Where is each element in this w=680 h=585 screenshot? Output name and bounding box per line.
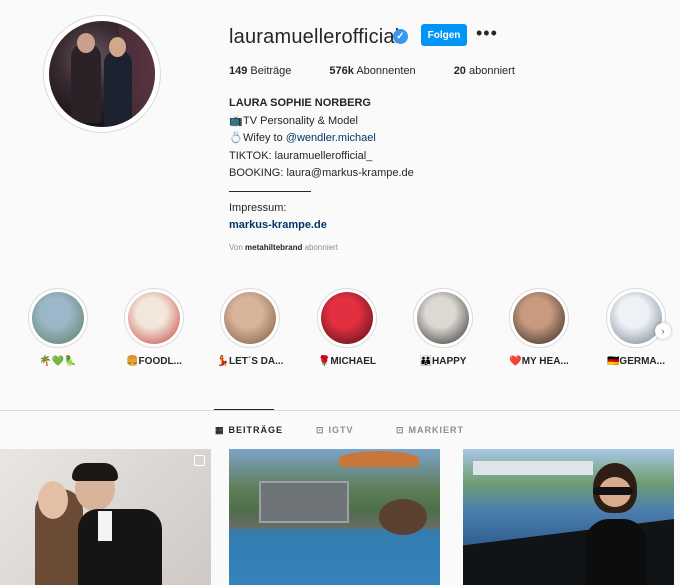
bio-line-tiktok: TIKTOK: lauramuellerofficial_	[229, 149, 373, 162]
tag-icon: ⊡	[396, 425, 405, 435]
tabs-divider	[0, 410, 680, 411]
tab-posts[interactable]: ▦ BEITRÄGE	[215, 425, 283, 436]
grid-icon: ▦	[215, 425, 225, 435]
highlight-cover	[321, 292, 373, 344]
profile-bio: LAURA SOPHIE NORBERG 📺TV Personality & M…	[229, 95, 414, 256]
highlight-item[interactable]: 🍔FOODL...	[114, 288, 194, 367]
profile-username: lauramuellerofficial	[229, 26, 400, 48]
chevron-right-icon[interactable]: ›	[655, 323, 671, 339]
igtv-icon: ⊡	[316, 425, 325, 435]
follow-button[interactable]: Folgen	[421, 24, 467, 46]
highlight-cover	[610, 292, 662, 344]
highlight-cover	[513, 292, 565, 344]
highlight-cover	[417, 292, 469, 344]
followed-by-text: Von metahiltebrand abonniert	[229, 242, 338, 252]
highlight-item[interactable]: ❤️MY HEA...	[499, 288, 579, 367]
posts-stat: 149 Beiträge	[229, 65, 292, 77]
highlight-item[interactable]: 🌴💚🦜	[18, 288, 98, 367]
profile-full-name: LAURA SOPHIE NORBERG	[229, 97, 371, 109]
post-thumbnail[interactable]	[229, 449, 440, 585]
bio-divider	[229, 183, 311, 192]
highlight-item[interactable]: 🌹MICHAEL	[307, 288, 387, 367]
story-highlights: 🌴💚🦜 🍔FOODL... 💃LET´S DA... 🌹MICHAEL 👪HAP…	[0, 288, 680, 378]
highlight-cover	[32, 292, 84, 344]
profile-stats: 149 Beiträge 576k Abonnenten 20 abonnier…	[229, 65, 553, 77]
highlight-item[interactable]: 👪HAPPY	[403, 288, 483, 367]
tv-icon: 📺	[229, 114, 243, 127]
website-link[interactable]: markus-krampe.de	[229, 217, 414, 235]
highlight-cover	[224, 292, 276, 344]
post-thumbnail[interactable]	[0, 449, 211, 585]
active-tab-indicator	[214, 409, 274, 410]
following-stat[interactable]: 20 abonniert	[454, 65, 515, 77]
multiple-posts-icon	[194, 455, 205, 466]
bio-line-impressum: Impressum:	[229, 201, 287, 214]
followers-stat[interactable]: 576k Abonnenten	[329, 65, 415, 77]
profile-avatar[interactable]	[43, 15, 161, 133]
tab-igtv[interactable]: ⊡ IGTV	[316, 425, 354, 436]
highlight-item[interactable]: 💃LET´S DA...	[210, 288, 290, 367]
bio-line-wifey: 💍Wifey to @wendler.michael	[229, 130, 414, 148]
bio-line-booking: BOOKING: laura@markus-krampe.de	[229, 167, 414, 179]
verified-badge-icon: ✓	[393, 29, 408, 44]
more-options-icon[interactable]: •••	[476, 22, 498, 44]
avatar-image	[49, 21, 155, 127]
ring-icon: 💍	[229, 132, 243, 144]
highlight-cover	[128, 292, 180, 344]
post-thumbnail[interactable]	[463, 449, 674, 585]
mention-link[interactable]: @wendler.michael	[286, 132, 376, 144]
tab-tagged[interactable]: ⊡ MARKIERT	[396, 425, 464, 436]
bio-line-tv: 📺TV Personality & Model	[229, 113, 414, 131]
followed-by-user-link[interactable]: metahiltebrand	[245, 243, 302, 252]
